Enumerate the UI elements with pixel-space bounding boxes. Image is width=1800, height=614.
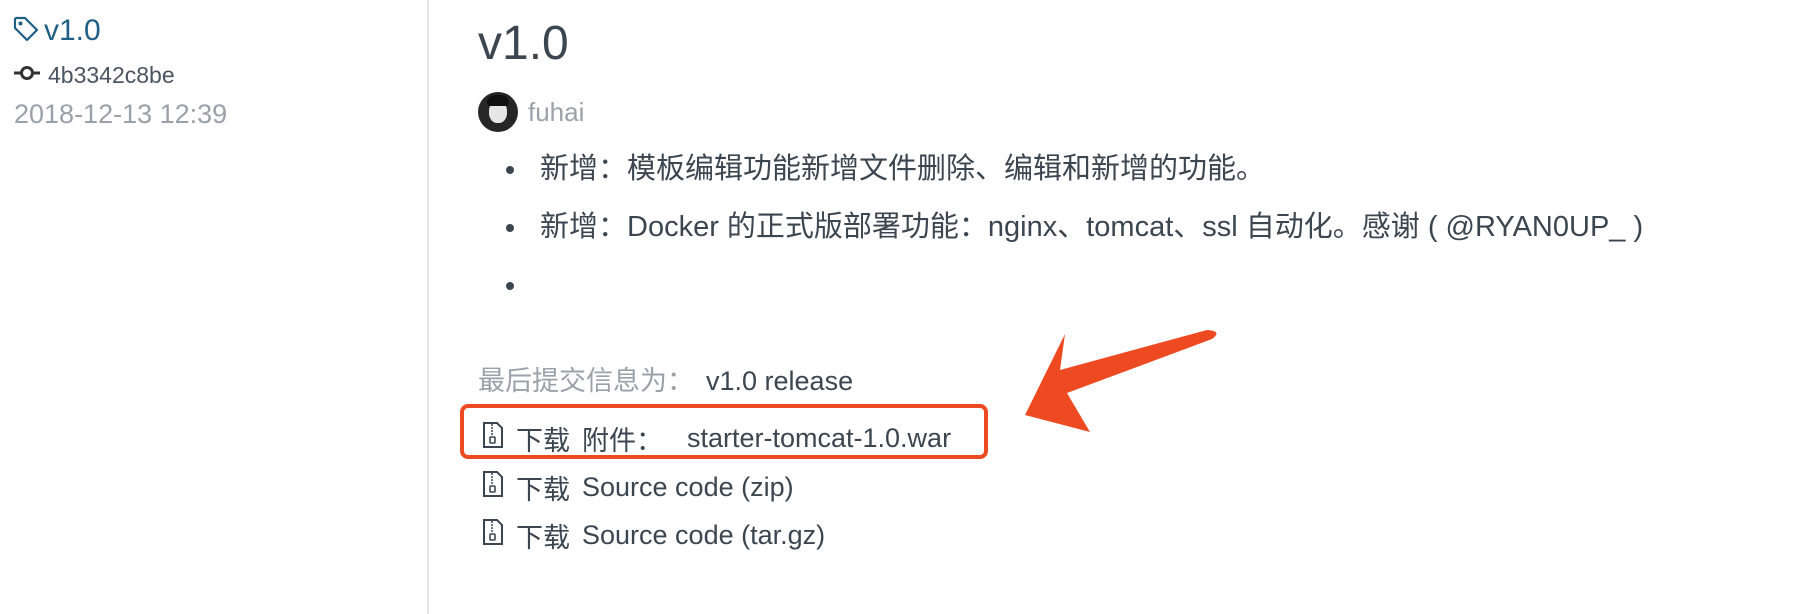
release-sidebar: v1.0 4b3342c8be 2018-12-13 12:39 — [0, 0, 429, 614]
last-commit-message: v1.0 release — [706, 366, 854, 396]
last-commit-info: 最后提交信息为： v1.0 release — [478, 359, 853, 398]
list-item: 新增：Docker 的正式版部署功能：nginx、tomcat、ssl 自动化。… — [506, 209, 1643, 267]
list-item: 新增：模板编辑功能新增文件删除、编辑和新增的功能。 — [506, 151, 1643, 209]
tag-row[interactable]: v1.0 — [12, 14, 101, 48]
release-title: v1.0 — [478, 17, 569, 70]
download-targz-link[interactable]: 下载 Source code (tar.gz) — [482, 516, 825, 555]
tag-icon — [12, 15, 40, 48]
file-zip-icon — [482, 470, 504, 505]
red-arrow-annotation — [1015, 325, 1225, 450]
release-notes: 新增：模板编辑功能新增文件删除、编辑和新增的功能。 新增：Docker 的正式版… — [506, 151, 1643, 325]
commit-sha[interactable]: 4b3342c8be — [48, 62, 175, 89]
tag-link[interactable]: v1.0 — [44, 14, 101, 48]
list-item — [506, 267, 1643, 325]
last-commit-label: 最后提交信息为： — [478, 366, 694, 396]
release-date: 2018-12-13 12:39 — [14, 99, 228, 129]
download-label[interactable]: Source code (zip) — [582, 472, 794, 503]
commit-icon — [14, 65, 40, 86]
avatar[interactable] — [478, 92, 518, 132]
download-zip-link[interactable]: 下载 Source code (zip) — [482, 468, 794, 507]
download-label[interactable]: Source code (tar.gz) — [582, 520, 825, 551]
author-name[interactable]: fuhai — [528, 97, 584, 128]
commit-row[interactable]: 4b3342c8be — [14, 62, 175, 89]
download-prefix[interactable]: 下载 — [516, 516, 570, 555]
highlight-box — [460, 404, 988, 459]
author-row[interactable]: fuhai — [478, 92, 584, 132]
download-prefix[interactable]: 下载 — [516, 468, 570, 507]
file-zip-icon — [482, 518, 504, 553]
